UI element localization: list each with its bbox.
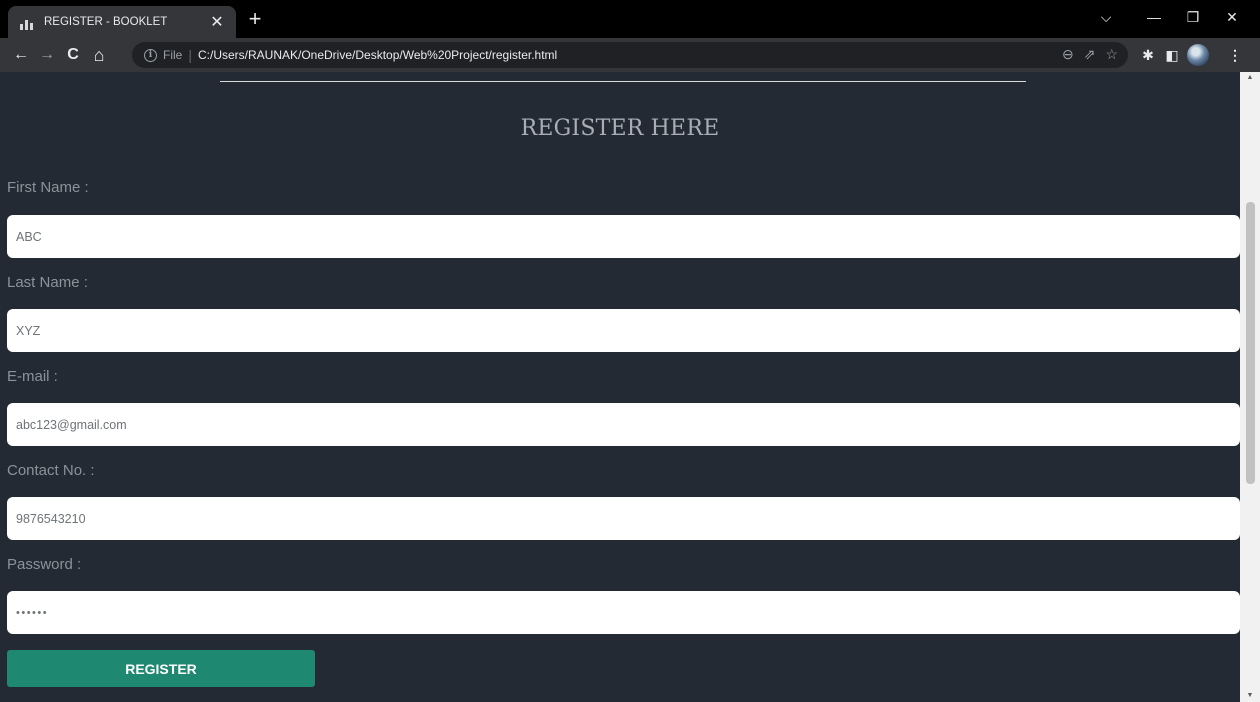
last-name-input[interactable] — [7, 309, 1240, 352]
page-title: REGISTER HERE — [520, 116, 720, 141]
url-separator: | — [188, 47, 192, 63]
scroll-down-arrow-icon[interactable]: ▼ — [1240, 690, 1260, 702]
close-tab-icon[interactable]: ✕ — [208, 12, 226, 32]
browser-menu-icon[interactable]: ⋮ — [1225, 45, 1245, 65]
email-label: E-mail : — [7, 368, 58, 385]
contact-number-label: Contact No. : — [7, 462, 95, 479]
register-button[interactable]: REGISTER — [7, 650, 315, 687]
zoom-icon[interactable]: ⊖ — [1062, 46, 1074, 63]
top-divider — [220, 81, 1026, 82]
home-icon[interactable]: ⌂ — [88, 44, 110, 66]
new-tab-icon[interactable]: + — [244, 8, 266, 30]
booklet-favicon-icon — [18, 14, 34, 30]
vertical-scrollbar[interactable]: ▲ ▼ — [1240, 72, 1260, 702]
tab-title: REGISTER - BOOKLET — [44, 16, 168, 28]
bookmark-star-icon[interactable]: ☆ — [1105, 46, 1118, 63]
address-bar[interactable]: i File | C:/Users/RAUNAK/OneDrive/Deskto… — [132, 42, 1128, 68]
browser-toolbar: ← → C ⌂ i File | C:/Users/RAUNAK/OneDriv… — [0, 38, 1260, 72]
omnibox-actions: ⊖ ⇗ ☆ — [1062, 46, 1118, 63]
extensions-icon[interactable]: ✱ — [1138, 45, 1158, 65]
url-text[interactable]: C:/Users/RAUNAK/OneDrive/Desktop/Web%20P… — [198, 48, 557, 62]
minimize-icon[interactable]: — — [1144, 9, 1164, 25]
tab-strip: REGISTER - BOOKLET ✕ + ⌵ — ❐ ✕ — [0, 0, 1260, 38]
restore-icon[interactable]: ❐ — [1183, 9, 1203, 26]
window-close-icon[interactable]: ✕ — [1222, 9, 1242, 26]
last-name-label: Last Name : — [7, 274, 88, 291]
contact-number-input[interactable] — [7, 497, 1240, 540]
first-name-input[interactable] — [7, 215, 1240, 258]
tab-search-icon[interactable]: ⌵ — [1096, 9, 1116, 26]
side-panel-icon[interactable]: ◧ — [1162, 45, 1182, 65]
reload-icon[interactable]: C — [62, 44, 84, 66]
back-icon[interactable]: ← — [10, 44, 32, 66]
forward-icon[interactable]: → — [36, 44, 58, 66]
url-scheme: File — [163, 48, 183, 62]
password-input[interactable] — [7, 591, 1240, 634]
email-input[interactable] — [7, 403, 1240, 446]
password-label: Password : — [7, 556, 82, 573]
first-name-label: First Name : — [7, 179, 89, 196]
register-page: REGISTER HERE First Name : Last Name : E… — [0, 72, 1240, 702]
scroll-up-arrow-icon[interactable]: ▲ — [1240, 72, 1260, 84]
scrollbar-thumb[interactable] — [1246, 202, 1255, 484]
info-icon[interactable]: i — [144, 48, 157, 62]
share-icon[interactable]: ⇗ — [1084, 46, 1096, 63]
browser-tab[interactable]: REGISTER - BOOKLET ✕ — [8, 6, 236, 38]
profile-avatar[interactable] — [1187, 44, 1209, 66]
